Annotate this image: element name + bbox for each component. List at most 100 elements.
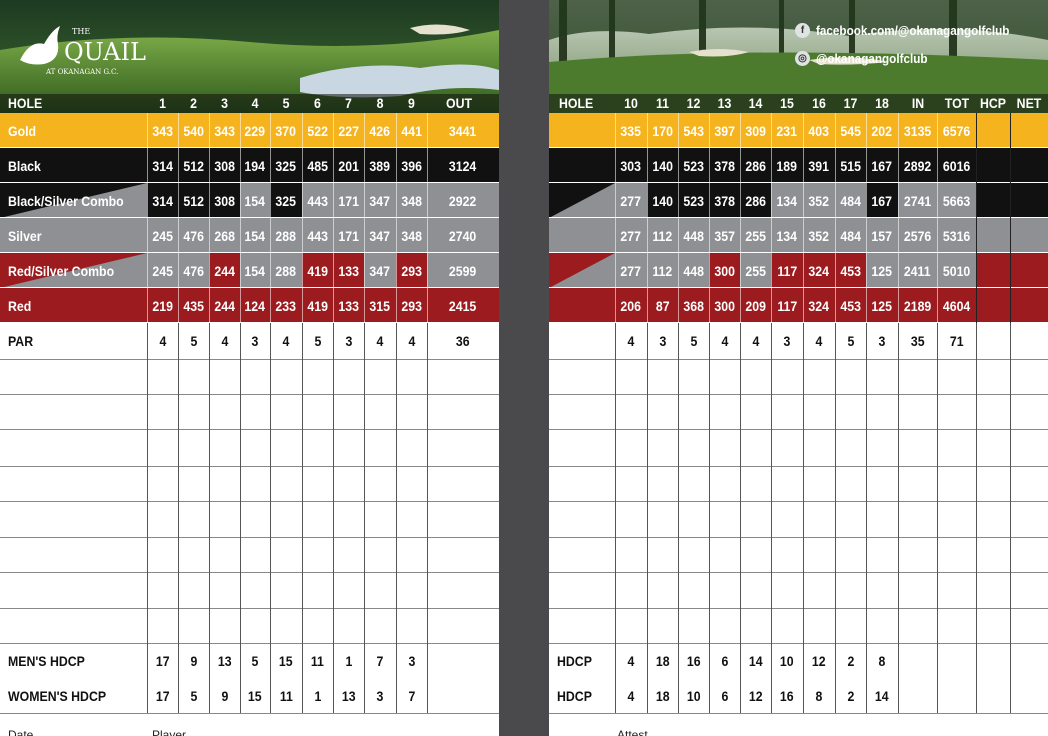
cell-divider [771, 218, 772, 253]
cell-divider [427, 288, 428, 323]
cell-divider [364, 253, 365, 288]
hdcp-value-text: 3 [408, 653, 415, 669]
tee-yardage: 484 [835, 183, 866, 218]
tee-yardage-text: 523 [683, 157, 704, 174]
tee-yardage: 300 [709, 253, 740, 288]
par-value-text: 3 [783, 333, 791, 349]
tee-yardage-text: 170 [652, 122, 673, 139]
par-value-text: 3 [345, 333, 352, 349]
tee-total-text: 2599 [449, 262, 477, 279]
par-value-text: 3 [659, 333, 666, 349]
cell-divider [209, 253, 210, 288]
grid-column-line [976, 323, 977, 713]
cell-divider [835, 183, 836, 218]
par-value-text: 5 [190, 333, 197, 349]
tee-yardage: 378 [709, 148, 740, 183]
cell-divider [740, 148, 741, 183]
score-row[interactable] [549, 501, 1048, 537]
cell-divider [937, 183, 938, 218]
score-row[interactable] [0, 537, 499, 572]
cell-divider [898, 113, 899, 148]
womens-hdcp-label-text: HDCP [557, 688, 592, 704]
score-row[interactable] [0, 572, 499, 608]
tee-yardage-text: 157 [871, 227, 893, 244]
tee-yardage-text: 484 [840, 227, 861, 244]
tee-yardage: 134 [771, 183, 803, 218]
hdcp-value-text: 8 [815, 688, 823, 704]
tee-yardage-text: 288 [275, 227, 297, 244]
tee-yardage: 140 [647, 148, 678, 183]
tee-yardage: 453 [835, 253, 866, 288]
hdcp-value-text: 11 [279, 688, 293, 704]
par-value-text: 5 [314, 333, 321, 349]
score-row[interactable] [549, 608, 1048, 643]
tee-yardage-text: 286 [745, 157, 766, 174]
cell-divider [898, 218, 899, 253]
cell-divider [147, 148, 148, 183]
hole-number-header: 18 [875, 95, 889, 111]
score-row[interactable] [0, 394, 499, 429]
hdcp-value: 13 [333, 679, 364, 713]
hdcp-value: 5 [178, 679, 209, 713]
score-row[interactable] [0, 429, 499, 466]
score-row[interactable] [549, 466, 1048, 501]
tee-yardage: 87 [647, 288, 678, 323]
score-row[interactable] [0, 359, 499, 394]
cell-divider [302, 148, 303, 183]
cell-divider [302, 253, 303, 288]
par-value-text: 4 [752, 333, 759, 349]
cell-divider [396, 253, 397, 288]
tee-yardage: 244 [209, 288, 240, 323]
par-value-text: 4 [376, 333, 384, 349]
facebook-link[interactable]: f facebook.com/@okanagangolfclub [795, 23, 1031, 38]
score-row[interactable] [549, 537, 1048, 572]
tee-yardage-text: 476 [183, 227, 204, 244]
tee-name-text: Red/Silver Combo [8, 262, 115, 279]
par-total-text: 36 [456, 333, 470, 349]
par-label-text: PAR [8, 333, 34, 349]
tee-yardage-text: 219 [152, 297, 173, 314]
cell-divider [333, 253, 334, 288]
hdcp-value: 4 [615, 679, 647, 713]
tee-yardage: 202 [866, 113, 898, 148]
score-row[interactable] [549, 359, 1048, 394]
tee-yardage-text: 476 [183, 262, 204, 279]
cell-divider [678, 148, 679, 183]
instagram-link[interactable]: ◎ @okanagangolfclub [795, 51, 940, 66]
cell-divider [866, 253, 867, 288]
cell-divider [302, 288, 303, 323]
facebook-icon: f [795, 23, 810, 38]
tee-yardage: 277 [615, 218, 647, 253]
score-row[interactable] [549, 429, 1048, 466]
cell-divider [333, 288, 334, 323]
tee-yardage: 523 [678, 148, 709, 183]
score-row[interactable] [549, 394, 1048, 429]
hdcp-value-text: 4 [627, 653, 635, 669]
grid-column-line [333, 323, 334, 713]
tee-yardage: 171 [333, 183, 364, 218]
tee-in-total-text: 2576 [903, 227, 932, 244]
score-row[interactable] [0, 608, 499, 643]
score-row[interactable] [0, 501, 499, 537]
cell-divider [647, 288, 648, 323]
grid-column-line [209, 323, 210, 713]
tee-yardage: 545 [835, 113, 866, 148]
tee-yardage-text: 523 [683, 192, 704, 209]
tee-yardage-text: 448 [683, 262, 704, 279]
tee-yardage: 209 [740, 288, 771, 323]
hdcp-value-text: 6 [721, 653, 728, 669]
tee-yardage-text: 189 [776, 157, 798, 174]
tee-yardage: 268 [209, 218, 240, 253]
tee-yardage: 277 [615, 183, 647, 218]
tee-yardage-text: 202 [871, 122, 893, 139]
score-row[interactable] [0, 466, 499, 501]
cell-divider [427, 113, 428, 148]
in-header: IN [911, 95, 925, 111]
score-row[interactable] [549, 572, 1048, 608]
tee-in-total: 2189 [898, 288, 937, 323]
cell-divider [647, 253, 648, 288]
cell-divider [147, 113, 148, 148]
par-value: 5 [178, 323, 209, 359]
hole-number-header: 6 [314, 95, 321, 111]
hdcp-value: 15 [240, 679, 270, 713]
